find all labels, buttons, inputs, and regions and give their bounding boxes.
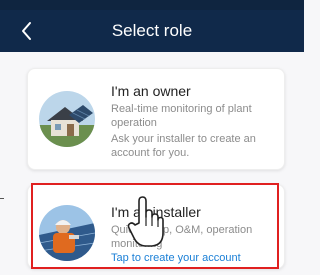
installer-role-title: I'm an installer — [111, 204, 201, 220]
house-avatar-icon — [39, 91, 95, 147]
installer-role-card[interactable]: I'm an installer Quick setup, O&M, opera… — [27, 184, 285, 269]
owner-role-title: I'm an owner — [111, 83, 191, 99]
owner-role-description: Real-time monitoring of plant operation — [111, 103, 252, 129]
header: Select role — [0, 10, 304, 52]
installer-role-description: Quick setup, O&M, operation monitoring — [111, 224, 253, 250]
page-title: Select role — [111, 21, 193, 40]
status-bar — [0, 0, 304, 10]
owner-role-note: Ask your installer to create an account … — [111, 133, 256, 159]
installer-avatar-icon — [39, 205, 95, 261]
create-account-link[interactable]: Tap to create your account — [111, 252, 241, 264]
edge-mark — [0, 198, 4, 199]
owner-role-card[interactable]: I'm an owner Real-time monitoring of pla… — [27, 68, 285, 170]
